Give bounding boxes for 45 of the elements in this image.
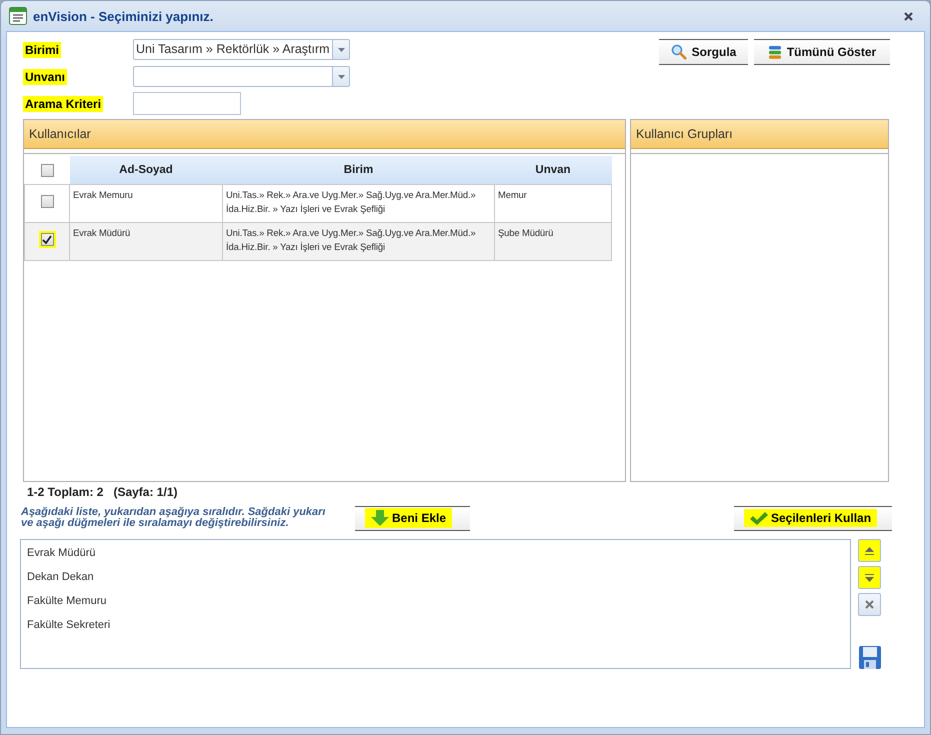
table-cell: Evrak Memuru (70, 184, 222, 222)
move-down-button[interactable] (858, 566, 881, 589)
use-selected-button[interactable]: Seçilenleri Kullan (734, 506, 892, 530)
panel-title: Kullanıcılar (24, 120, 625, 149)
list-item[interactable]: Evrak Müdürü (27, 544, 844, 568)
window-title: enVision - Seçiminizi yapınız. (33, 8, 214, 24)
table-cell: Evrak Müdürü (70, 222, 222, 260)
table-cell: Şube Müdürü (494, 222, 612, 260)
field-label: Unvanı (23, 68, 68, 84)
up-arrow-icon (865, 546, 874, 554)
remove-button[interactable] (858, 593, 881, 616)
field-label: Birimi (23, 42, 62, 58)
dropdown-field[interactable] (133, 66, 350, 87)
column-header[interactable]: Ad-Soyad (70, 156, 222, 184)
checkbox[interactable] (40, 233, 54, 246)
show-all-button[interactable]: Tümünü Göster (754, 39, 890, 65)
table-cell: Uni.Tas.» Rek.» Ara.ve Uyg.Mer.» Sağ.Uyg.ve Ara.Mer.Müd.» İda.Hiz.Bir. » Yazı İşleri ve Evrak Şefliği (222, 222, 494, 260)
list-item[interactable]: Fakülte Sekreteri (27, 616, 844, 640)
search-field[interactable] (133, 92, 241, 115)
dropdown-arrow-icon (338, 74, 344, 78)
down-arrow-icon (865, 574, 874, 582)
column-header[interactable]: Birim (222, 156, 494, 184)
dropdown-arrow-icon (338, 48, 344, 52)
close-icon[interactable] (904, 12, 913, 20)
down-arrow-icon (371, 510, 389, 526)
search-icon (670, 44, 687, 60)
panel-title: Kullanıcı Grupları (631, 120, 888, 149)
move-up-button[interactable] (858, 539, 881, 562)
checkbox[interactable] (40, 164, 54, 176)
instruction-text: Aşağıdaki liste, yukarıdan aşağıya sıralıdır. Sağdaki yukarı ve aşağı düğmeleri ile sıralamayı değiştirebilirsiniz. (21, 507, 326, 529)
list-item[interactable]: Dekan Dekan (27, 568, 844, 592)
add-me-button[interactable]: Beni Ekle (355, 506, 470, 530)
close-icon (865, 600, 874, 609)
dropdown-field[interactable]: Uni Tasarım » Rektörlük » Araştırm (133, 39, 350, 60)
table-cell: Uni.Tas.» Rek.» Ara.ve Uyg.Mer.» Sağ.Uyg.ve Ara.Mer.Müd.» İda.Hiz.Bir. » Yazı İşleri ve Evrak Şefliği (222, 184, 494, 222)
pager-text: 1-2 Toplam: 2 (Sayfa: 1/1) (27, 485, 178, 500)
search-button[interactable]: Sorgula (659, 39, 748, 65)
save-button[interactable] (858, 646, 881, 669)
field-label: Arama Kriteri (23, 96, 104, 112)
stack-icon (768, 44, 782, 60)
checkbox[interactable] (40, 194, 54, 208)
column-header[interactable]: Unvan (494, 156, 612, 184)
checkmark-icon (750, 512, 768, 524)
window-form-icon (9, 7, 27, 25)
list-item[interactable]: Fakülte Memuru (27, 592, 844, 616)
